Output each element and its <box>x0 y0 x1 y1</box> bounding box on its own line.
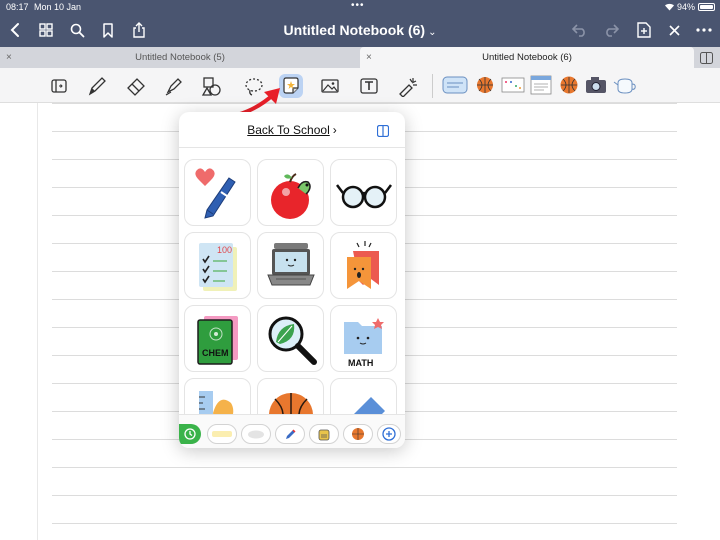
multitasking-dots-icon[interactable]: ••• <box>351 0 365 11</box>
camera-sticker-thumb[interactable] <box>583 72 609 98</box>
toolbar-divider <box>432 74 433 98</box>
notebook-tabs: × Untitled Notebook (5) × Untitled Noteb… <box>0 47 720 68</box>
text-icon[interactable] <box>357 74 381 98</box>
eraser-sticker[interactable] <box>330 378 397 414</box>
laser-pointer-icon[interactable] <box>396 74 420 98</box>
sticker-pack-title[interactable]: Back To School › <box>179 123 405 137</box>
battery-icon <box>698 3 715 11</box>
school-bag-category[interactable] <box>309 424 339 444</box>
more-icon[interactable] <box>693 19 715 41</box>
tab-untitled-notebook-5[interactable]: × Untitled Notebook (5) <box>0 47 360 68</box>
chevron-right-icon: › <box>332 123 337 137</box>
teapot-sticker-thumb[interactable] <box>612 72 638 98</box>
status-bar: 08:17 Mon 10 Jan ••• 94% <box>0 0 720 14</box>
calendar-sticker-thumb[interactable] <box>500 72 526 98</box>
page-margin <box>37 103 38 540</box>
teacher-sticker-thumb[interactable] <box>442 72 468 98</box>
tab-untitled-notebook-6[interactable]: × Untitled Notebook (6) <box>360 47 694 68</box>
status-date: Mon 10 Jan <box>34 2 82 12</box>
sticker-grid: 100 CHEM MATH <box>184 159 400 414</box>
ruler-leaf-sticker[interactable] <box>184 378 251 414</box>
tab-label: Untitled Notebook (5) <box>135 52 225 63</box>
sticker-popover: Back To School › 100 CHEM MATH <box>179 112 405 448</box>
laptop-sticker[interactable] <box>257 232 324 299</box>
reading-mode-icon[interactable] <box>47 74 71 98</box>
redo-icon[interactable] <box>600 19 622 41</box>
cloud-category[interactable] <box>241 424 271 444</box>
basketball-sticker-thumb[interactable] <box>556 72 582 98</box>
highlighter-icon[interactable] <box>162 74 186 98</box>
ruled-line <box>52 103 677 104</box>
basketball-sticker-thumb[interactable] <box>472 72 498 98</box>
chem-label: CHEM <box>202 348 229 358</box>
chem-book-sticker[interactable]: CHEM <box>184 305 251 372</box>
add-sticker-category-button[interactable] <box>377 424 401 444</box>
battery-percent: 94% <box>677 2 696 12</box>
pen-icon[interactable] <box>85 74 109 98</box>
image-icon[interactable] <box>318 74 342 98</box>
popover-header: Back To School › <box>179 112 405 148</box>
tool-bar <box>0 68 720 103</box>
math-folder-sticker[interactable]: MATH <box>330 305 397 372</box>
clock-icon <box>184 428 196 440</box>
add-page-icon[interactable] <box>633 19 655 41</box>
chevron-down-icon: ⌄ <box>428 27 437 38</box>
ruled-line <box>52 467 677 468</box>
magnifier-leaf-sticker[interactable] <box>257 305 324 372</box>
undo-icon[interactable] <box>569 19 591 41</box>
sidebar-toggle-icon[interactable] <box>376 124 390 138</box>
svg-text:100: 100 <box>217 245 232 255</box>
basketball-category[interactable] <box>343 424 373 444</box>
nav-bar: Untitled Notebook (6) ⌄ <box>0 14 720 47</box>
basketball-sticker[interactable] <box>257 378 324 414</box>
notes-sticker-thumb[interactable] <box>528 72 554 98</box>
glasses-sticker[interactable] <box>330 159 397 226</box>
wifi-icon <box>664 2 675 13</box>
sticker-pack-name: Back To School <box>247 123 330 137</box>
washi-tape-category[interactable] <box>207 424 237 444</box>
notebook-title-text: Untitled Notebook (6) <box>283 22 426 38</box>
tab-label: Untitled Notebook (6) <box>482 52 572 63</box>
eraser-icon[interactable] <box>124 74 148 98</box>
heart-pen-sticker[interactable] <box>184 159 251 226</box>
checklist-sticker[interactable]: 100 <box>184 232 251 299</box>
recent-stickers-button[interactable] <box>179 424 201 444</box>
close-icon[interactable] <box>663 19 685 41</box>
split-view-icon[interactable] <box>700 51 713 64</box>
sticker-categories-bar <box>179 414 405 448</box>
pencil-category[interactable] <box>275 424 305 444</box>
apple-worm-sticker[interactable] <box>257 159 324 226</box>
ruled-line <box>52 495 677 496</box>
ruled-line <box>52 523 677 524</box>
app-header: 08:17 Mon 10 Jan ••• 94% Untitled Notebo… <box>0 0 720 47</box>
status-time: 08:17 <box>6 2 29 12</box>
plus-circle-icon <box>382 427 396 441</box>
math-label: MATH <box>348 358 373 368</box>
bookmark-sticker[interactable] <box>330 232 397 299</box>
